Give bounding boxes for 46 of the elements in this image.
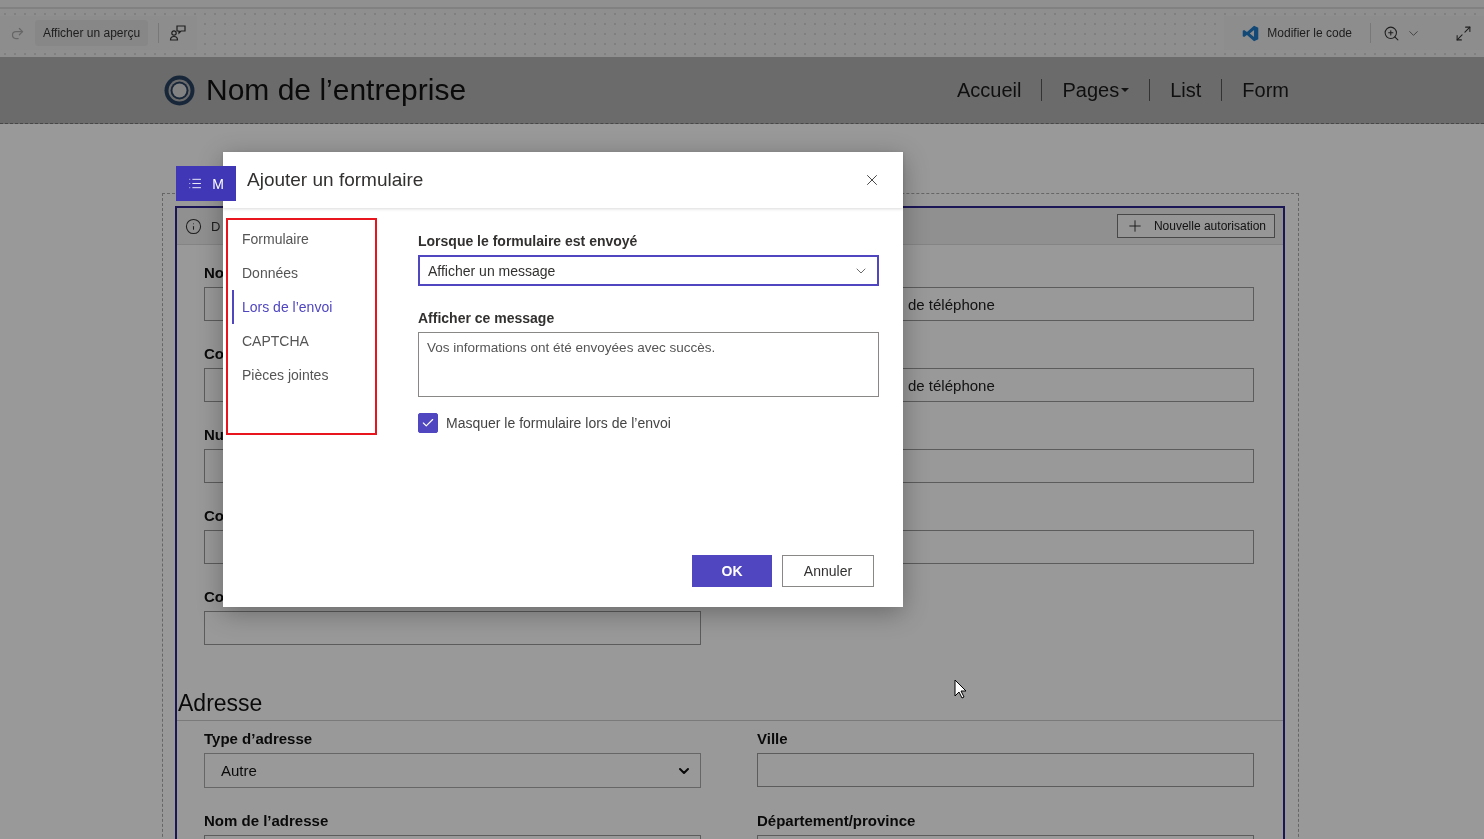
- nav-item[interactable]: Données: [232, 256, 375, 290]
- field-label: Co: [204, 344, 224, 364]
- nav-item[interactable]: Lors de l’envoi: [232, 290, 375, 324]
- checkbox-label: Masquer le formulaire lors de l’envoi: [446, 415, 671, 431]
- expand-icon: [1455, 24, 1472, 42]
- zoom-in-icon: [1383, 24, 1400, 42]
- field-label: Département/province: [757, 811, 916, 831]
- message-field[interactable]: Vos informations ont été envoyées avec succès.: [418, 332, 879, 397]
- nav-link[interactable]: Form: [1221, 79, 1309, 101]
- cancel-button[interactable]: Annuler: [782, 555, 874, 587]
- nav-item[interactable]: Formulaire: [232, 222, 375, 256]
- code-editor-logo-icon: [1242, 24, 1260, 42]
- caret-icon: [1121, 88, 1130, 92]
- field-label: Ville: [757, 729, 788, 749]
- field-label: Co: [204, 587, 224, 607]
- check-icon: [421, 416, 435, 430]
- field-label: Afficher ce message: [418, 309, 556, 328]
- company-logo-icon: [163, 73, 196, 107]
- field-label: Lorsque le formulaire est envoyé: [418, 232, 639, 251]
- field-label: Nu: [204, 425, 224, 445]
- address-type-select[interactable]: Autre: [204, 753, 701, 788]
- mouse-cursor-icon: [954, 679, 967, 699]
- nav-link[interactable]: List: [1149, 79, 1222, 101]
- ok-button[interactable]: OK: [692, 555, 772, 587]
- field-label: Type d’adresse: [204, 729, 313, 749]
- submit-action-dropdown[interactable]: Afficher un message: [418, 255, 879, 286]
- comment-person-icon[interactable]: [169, 24, 188, 42]
- nav-item[interactable]: CAPTCHA: [232, 324, 375, 358]
- new-permission-button[interactable]: Nouvelle autorisation: [1116, 214, 1275, 238]
- input-field[interactable]: [757, 753, 1254, 787]
- section-title: Adresse: [177, 689, 264, 717]
- input-field[interactable]: [204, 611, 701, 645]
- field-label: Nom de l’adresse: [204, 811, 329, 831]
- info-text: D: [211, 218, 221, 234]
- nav-link[interactable]: Accueil: [937, 79, 1042, 101]
- tab-button[interactable]: M: [176, 166, 236, 201]
- field-label: No: [204, 263, 224, 283]
- field-label: Co: [204, 506, 224, 526]
- preview-button[interactable]: Afficher un aperçu: [35, 20, 149, 46]
- edit-code-button[interactable]: Modifier le code: [1234, 20, 1360, 46]
- nav-item[interactable]: Pièces jointes: [232, 358, 375, 392]
- company-name: Nom de l’entreprise: [206, 73, 467, 107]
- dialog-title: Ajouter un formulaire: [247, 169, 424, 191]
- info-icon: [185, 217, 202, 235]
- nav-link[interactable]: Pages: [1041, 79, 1150, 101]
- checkbox[interactable]: [418, 413, 438, 433]
